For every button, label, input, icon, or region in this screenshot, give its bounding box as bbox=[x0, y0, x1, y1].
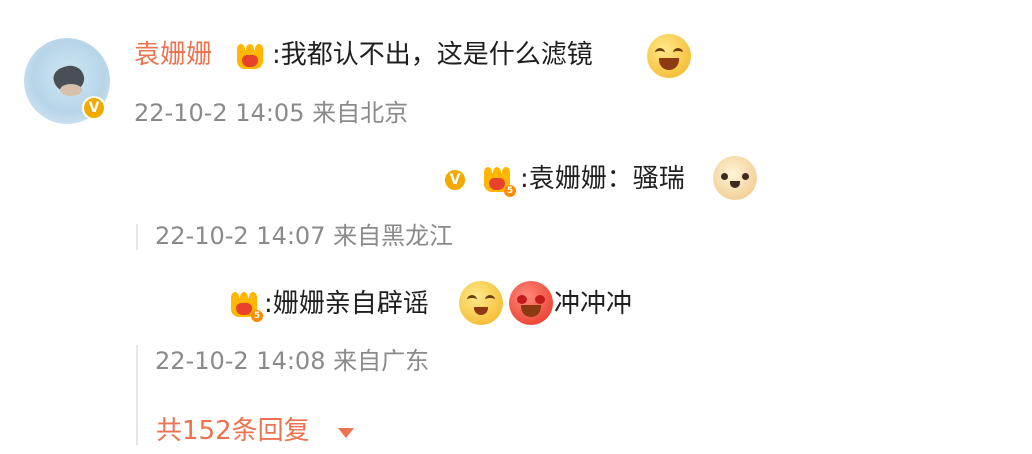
more-replies-link[interactable]: 共152条回复 bbox=[156, 414, 310, 448]
reply-text-suffix: 冲冲冲 bbox=[554, 289, 633, 319]
comment-meta: 22-10-2 14:05 来自北京 bbox=[134, 99, 409, 127]
vip-crown-icon bbox=[235, 42, 265, 72]
dizzy-emoji-icon bbox=[459, 281, 503, 325]
caret-down-icon[interactable] bbox=[338, 428, 354, 438]
laughing-crying-emoji-icon bbox=[647, 34, 691, 78]
reply-text: :袁姗姗：骚瑞 bbox=[520, 164, 685, 194]
reply-thread-line bbox=[136, 224, 138, 250]
vip-crown-icon: 5 bbox=[229, 290, 263, 322]
reply-thread-line bbox=[136, 345, 138, 445]
heart-eyes-emoji-icon bbox=[509, 281, 553, 325]
verified-badge-icon: V bbox=[82, 96, 106, 120]
avatar-figure-detail bbox=[60, 84, 82, 96]
doge-emoji-icon bbox=[713, 156, 757, 200]
vip-crown-icon: 5 bbox=[482, 165, 516, 197]
comment-author[interactable]: 袁姗姗 bbox=[134, 38, 212, 72]
reply-text: :姗姗亲自辟谣 bbox=[264, 289, 429, 319]
reply-meta: 22-10-2 14:08 来自广东 bbox=[155, 347, 430, 375]
verified-badge-icon: V bbox=[443, 168, 467, 192]
reply-meta: 22-10-2 14:07 来自黑龙江 bbox=[155, 222, 454, 250]
comment-text: :我都认不出，这是什么滤镜 bbox=[272, 40, 593, 70]
